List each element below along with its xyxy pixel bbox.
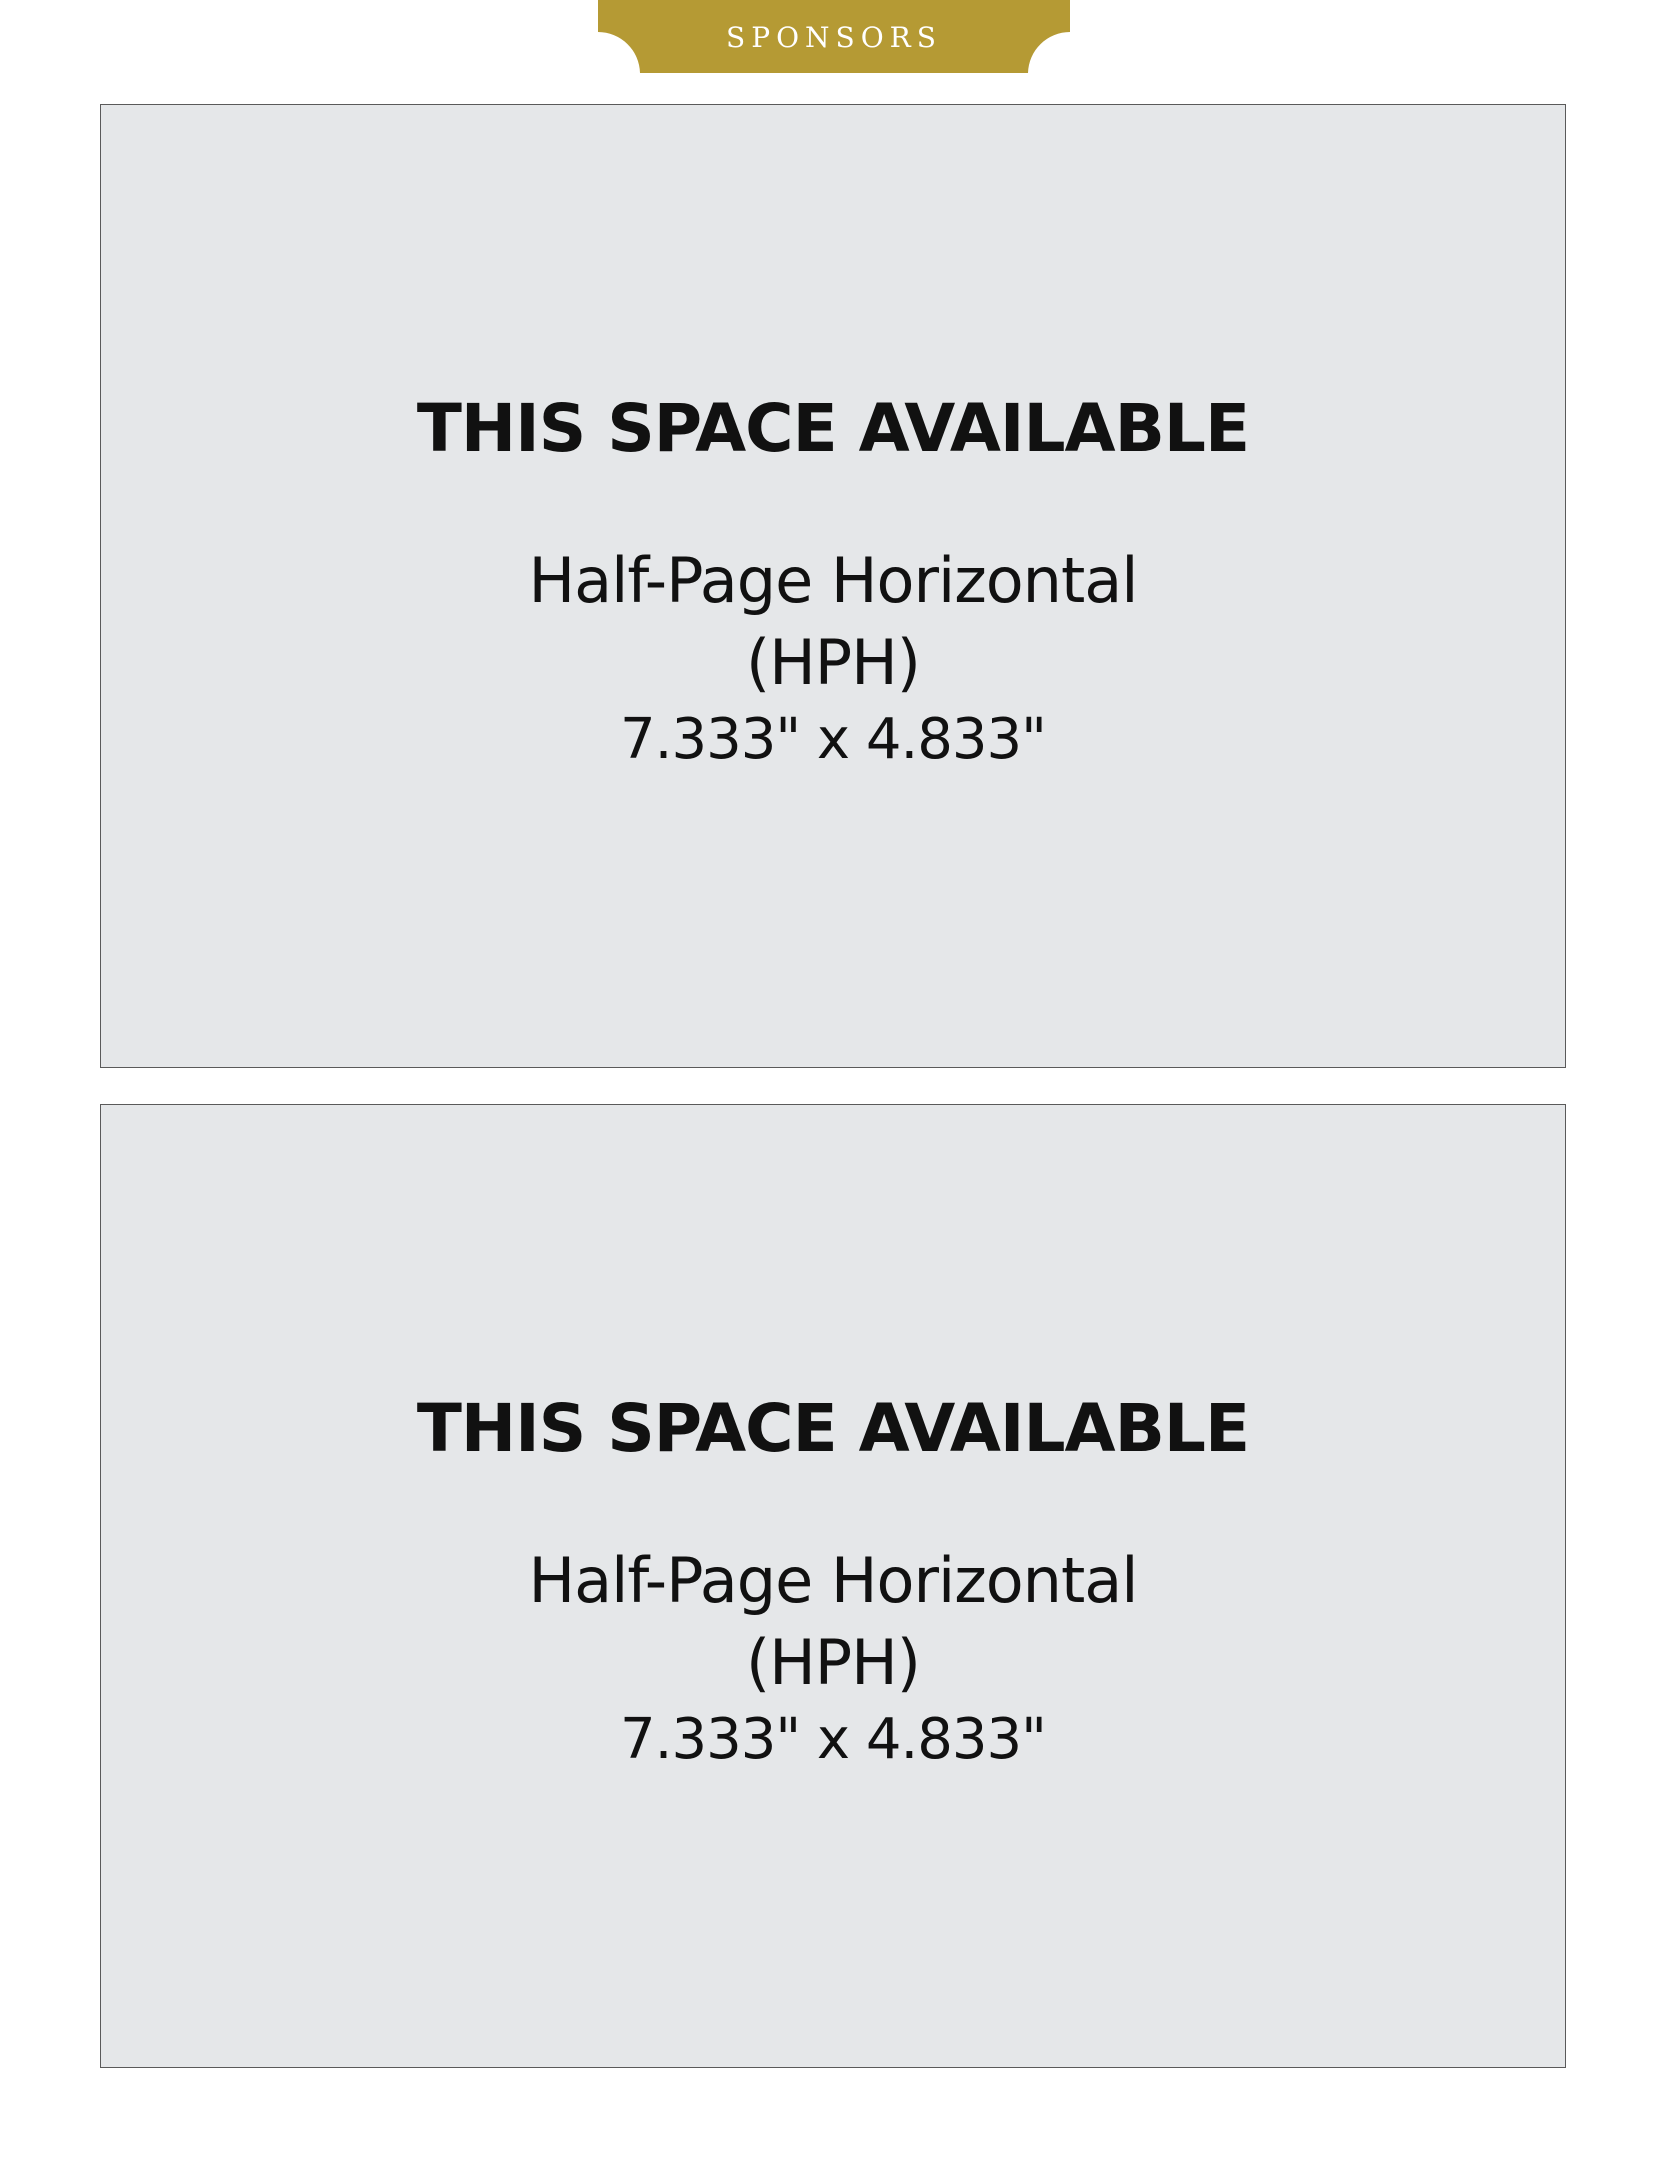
ad-placeholder-bottom: THIS SPACE AVAILABLE Half-Page Horizonta… [100, 1104, 1566, 2068]
ad-format: Half-Page Horizontal [528, 1544, 1138, 1617]
ad-placeholder-top: THIS SPACE AVAILABLE Half-Page Horizonta… [100, 104, 1566, 1068]
ad-placeholder-top-content: THIS SPACE AVAILABLE Half-Page Horizonta… [101, 105, 1565, 1067]
ad-headline: THIS SPACE AVAILABLE [416, 390, 1250, 467]
ad-size: 7.333" x 4.833" [620, 1707, 1047, 1772]
ad-format: Half-Page Horizontal [528, 544, 1138, 617]
ad-headline: THIS SPACE AVAILABLE [416, 1390, 1250, 1467]
ad-size: 7.333" x 4.833" [620, 707, 1047, 772]
ad-code: (HPH) [745, 626, 921, 699]
ad-placeholder-bottom-content: THIS SPACE AVAILABLE Half-Page Horizonta… [101, 1105, 1565, 2067]
ad-code: (HPH) [745, 1626, 921, 1699]
section-tab-label: SPONSORS [726, 21, 942, 54]
section-tab: SPONSORS [598, 0, 1070, 73]
